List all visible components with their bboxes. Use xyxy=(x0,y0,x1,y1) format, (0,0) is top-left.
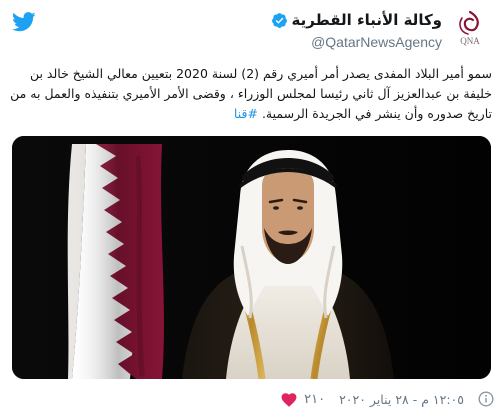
tweet-timestamp[interactable]: ١٢:٠٥ م - ٢٨ يناير ٢٠٢٠ xyxy=(339,392,464,407)
like-count: ٢١٠ xyxy=(304,391,326,407)
info-icon[interactable] xyxy=(478,391,494,407)
hashtag-link[interactable]: #قنا xyxy=(234,106,258,121)
display-name[interactable]: وكالة الأنباء القطرية xyxy=(292,11,442,29)
tweet-photo[interactable] xyxy=(12,136,491,379)
avatar[interactable]: QNA xyxy=(450,8,490,48)
twitter-bird-icon[interactable] xyxy=(12,12,36,32)
like-control[interactable]: ٢١٠ xyxy=(280,391,325,407)
verified-badge-icon xyxy=(271,12,287,28)
tweet-card[interactable]: QNA وكالة الأنباء القطرية @QatarNewsAgen… xyxy=(0,0,502,419)
heart-icon[interactable] xyxy=(280,391,298,407)
author-handle[interactable]: @QatarNewsAgency xyxy=(311,34,442,50)
photo-illustration xyxy=(12,136,491,379)
flag xyxy=(67,144,168,379)
avatar-label: QNA xyxy=(460,36,480,46)
tweet-text: سمو أمير البلاد المفدى يصدر أمر أميري رق… xyxy=(10,64,492,124)
author-name-row[interactable]: وكالة الأنباء القطرية xyxy=(271,11,442,29)
tweet-footer: ٢١٠ ١٢:٠٥ م - ٢٨ يناير ٢٠٢٠ xyxy=(8,386,494,412)
